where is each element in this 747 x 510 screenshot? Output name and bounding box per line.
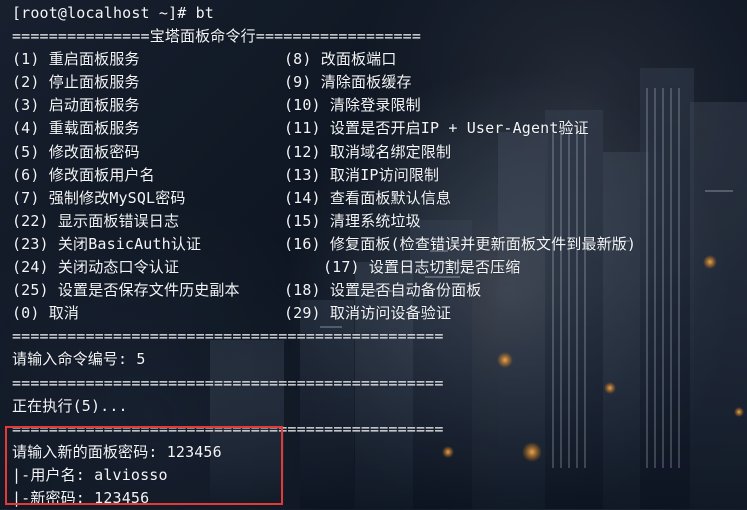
menu-row: (3) 启动面板服务 (10) 清除登录限制 [12, 94, 742, 117]
menu-row: (23) 关闭BasicAuth认证 (16) 修复面板(检查错误并更新面板文件… [12, 233, 742, 256]
menu-option-left: (5) 修改面板密码 [12, 142, 140, 161]
separator-line: ========================================… [12, 327, 444, 346]
menu-option-left: (3) 启动面板服务 [12, 96, 140, 115]
menu-option-right: (9) 清除面板缓存 [284, 73, 412, 92]
menu-title-line: ===============宝塔面板命令行================== [12, 27, 422, 46]
menu-option-right: (8) 改面板端口 [284, 50, 397, 69]
menu-option-left: (23) 关闭BasicAuth认证 [12, 234, 202, 253]
menu-option-left: (25) 设置是否保存文件历史副本 [12, 281, 240, 300]
executing-status-line: 正在执行(5)... [12, 396, 128, 415]
menu-option-left: (22) 显示面板错误日志 [12, 211, 180, 230]
menu-row: (1) 重启面板服务 (8) 改面板端口 [12, 48, 742, 71]
menu-row: (0) 取消 (29) 取消访问设备验证 [12, 302, 742, 325]
menu-option-left: (7) 强制修改MySQL密码 [12, 188, 186, 207]
menu-option-left: (6) 修改面板用户名 [12, 165, 155, 184]
menu-option-right: (15) 清理系统垃圾 [284, 211, 421, 230]
shell-prompt-line: [root@localhost ~]# bt [12, 4, 214, 22]
menu-row: (5) 修改面板密码 (12) 取消域名绑定限制 [12, 141, 742, 164]
highlight-box [5, 426, 283, 505]
menu-option-left: (2) 停止面板服务 [12, 73, 140, 92]
menu-option-left: (0) 取消 [12, 304, 80, 323]
menu-option-right: (13) 取消IP访问限制 [284, 165, 440, 184]
separator-line: ========================================… [12, 373, 444, 392]
menu-option-left: (24) 关闭动态口令认证 [12, 258, 180, 277]
menu-row: (4) 重载面板服务 (11) 设置是否开启IP + User-Agent验证 [12, 117, 742, 140]
menu-row: (25) 设置是否保存文件历史副本 (18) 设置是否自动备份面板 [12, 279, 742, 302]
menu-row: (22) 显示面板错误日志 (15) 清理系统垃圾 [12, 210, 742, 233]
menu-option-right: (16) 修复面板(检查错误并更新面板文件到最新版) [284, 234, 637, 253]
menu-option-right: (12) 取消域名绑定限制 [284, 142, 452, 161]
menu-row: (7) 强制修改MySQL密码 (14) 查看面板默认信息 [12, 187, 742, 210]
menu-option-left: (4) 重载面板服务 [12, 119, 140, 138]
menu-row: (2) 停止面板服务 (9) 清除面板缓存 [12, 71, 742, 94]
menu-option-left: (1) 重启面板服务 [12, 50, 140, 69]
menu-option-right: (17) 设置日志切割是否压缩 [323, 258, 521, 277]
menu-option-right: (11) 设置是否开启IP + User-Agent验证 [284, 119, 589, 138]
menu-option-right: (10) 清除登录限制 [284, 96, 421, 115]
menu-option-right: (14) 查看面板默认信息 [284, 188, 452, 207]
menu-row: (6) 修改面板用户名 (13) 取消IP访问限制 [12, 164, 742, 187]
menu-option-right: (29) 取消访问设备验证 [284, 304, 452, 323]
menu-option-right: (18) 设置是否自动备份面板 [284, 281, 482, 300]
command-input-line: 请输入命令编号: 5 [12, 350, 146, 369]
menu-row: (24) 关闭动态口令认证 (17) 设置日志切割是否压缩 [12, 256, 742, 279]
